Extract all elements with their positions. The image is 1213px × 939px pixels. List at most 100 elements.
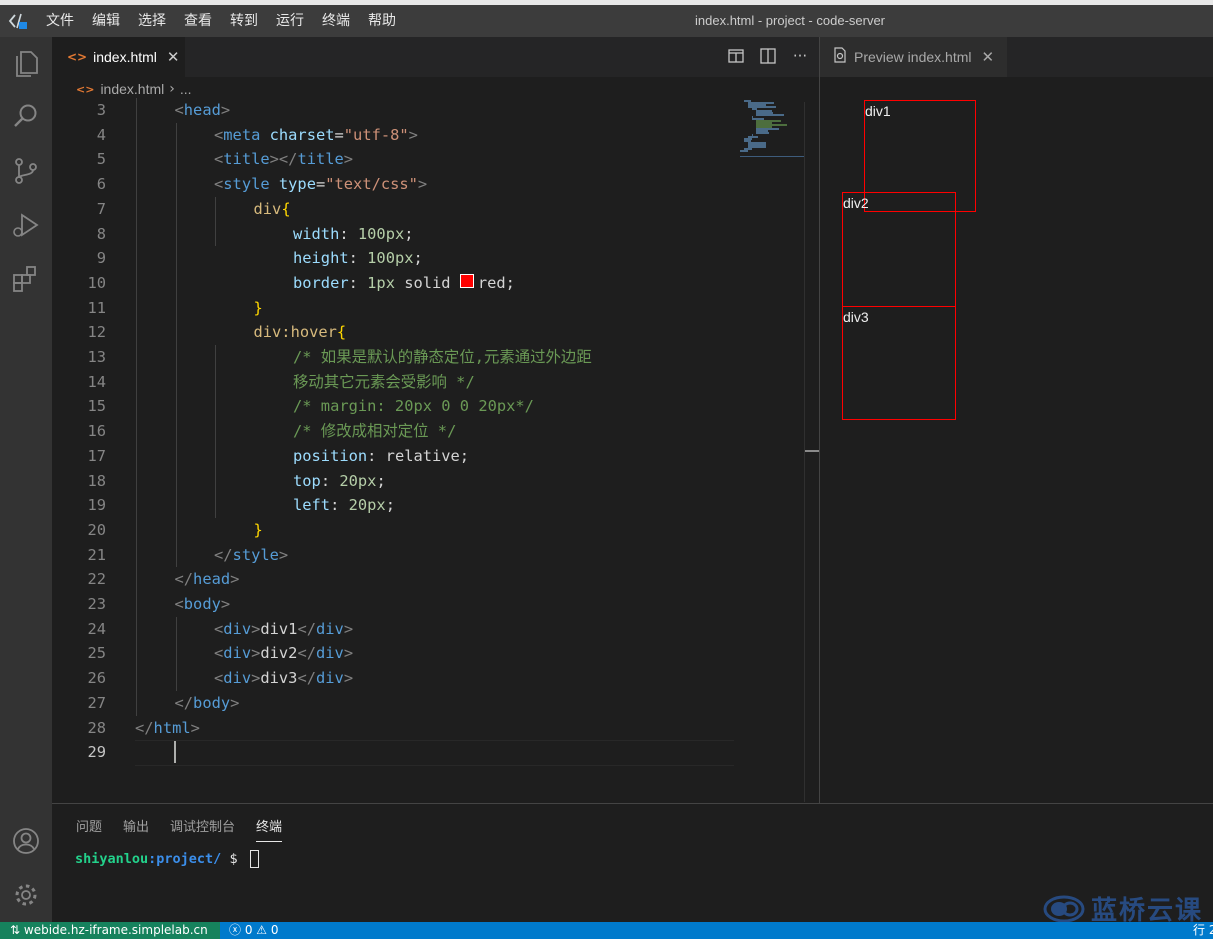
line-content: left: 20px; <box>293 493 395 518</box>
preview-div2-box[interactable]: div2 <box>842 192 956 307</box>
code-token: ; <box>376 471 386 490</box>
menu-item-3[interactable]: 查看 <box>184 5 212 37</box>
tab-debug-console[interactable]: 调试控制台 <box>170 816 235 842</box>
code-line[interactable]: 27 </body> <box>52 691 742 716</box>
preview-icon <box>832 47 848 67</box>
terminal[interactable]: shiyanlou:project/ $ <box>75 850 259 868</box>
line-content: <body> <box>175 592 231 617</box>
code-line[interactable]: 7 div{ <box>52 197 742 222</box>
editor-scrollbar[interactable] <box>804 102 819 802</box>
indent-guide <box>175 122 177 568</box>
menu-item-5[interactable]: 运行 <box>276 5 304 37</box>
line-content: <head> <box>175 98 231 123</box>
line-number: 14 <box>87 372 106 391</box>
code-line[interactable]: 4 <meta charset="utf-8"> <box>52 123 742 148</box>
settings-gear-icon[interactable] <box>10 879 42 911</box>
remote-icon: ⇅ <box>10 923 24 937</box>
menu-item-4[interactable]: 转到 <box>230 5 258 37</box>
minimap-slider[interactable] <box>740 100 804 157</box>
code-token: > <box>220 595 231 613</box>
menu-bar: 文件 编辑 选择 查看 转到 运行 终端 帮助 <box>46 5 414 37</box>
close-icon[interactable]: ✕ <box>982 48 995 66</box>
code-token: div <box>316 619 344 638</box>
line-number: 8 <box>96 224 106 243</box>
code-token: > <box>343 150 354 169</box>
breadcrumb-file[interactable]: index.html <box>100 81 164 97</box>
code-line[interactable]: 9 height: 100px; <box>52 246 742 271</box>
code-token: : <box>330 496 349 515</box>
code-line[interactable]: 17 position: relative; <box>52 444 742 469</box>
tab-preview-index-html[interactable]: Preview index.html ✕ <box>820 37 1007 77</box>
code-line[interactable]: 3 <head> <box>52 98 742 123</box>
menu-item-1[interactable]: 编辑 <box>92 5 120 37</box>
remote-host-indicator[interactable]: ⇅ webide.hz-iframe.simplelab.cn <box>0 922 220 939</box>
minimap[interactable] <box>740 100 804 160</box>
preview-tabs-bar: Preview index.html ✕ <box>820 37 1213 77</box>
code-line[interactable]: 11} <box>52 296 742 321</box>
open-preview-icon[interactable] <box>727 47 745 65</box>
code-token: </ <box>297 669 316 688</box>
code-server-logo-icon[interactable] <box>8 12 28 30</box>
code-editor[interactable]: 3 <head> 4 <meta charset="utf-8"> 5 <title></… <box>52 98 742 798</box>
search-icon[interactable] <box>10 100 42 132</box>
code-line[interactable]: 19 left: 20px; <box>52 493 742 518</box>
line-content: 移动其它元素会受影响 */ <box>293 370 475 395</box>
code-token: 移动其它元素会受影响 */ <box>293 372 475 391</box>
code-line[interactable]: 8 width: 100px; <box>52 222 742 247</box>
account-icon[interactable] <box>10 825 42 857</box>
extensions-icon[interactable] <box>10 263 42 295</box>
code-line[interactable]: 6 <style type="text/css"> <box>52 172 742 197</box>
code-token: div <box>316 669 344 688</box>
code-token: : relative; <box>367 446 470 465</box>
menu-item-7[interactable]: 帮助 <box>368 5 396 37</box>
files-icon[interactable] <box>10 47 42 79</box>
menu-item-2[interactable]: 选择 <box>138 5 166 37</box>
code-line[interactable]: 20} <box>52 518 742 543</box>
code-line[interactable]: 10 border: 1px solid red; <box>52 271 742 296</box>
tab-index-html[interactable]: <> index.html ✕ <box>52 37 185 77</box>
preview-div3-box[interactable]: div3 <box>842 306 956 420</box>
editor-group: <> index.html ✕ ··· <> index.html › ... … <box>52 37 819 803</box>
split-editor-icon[interactable] <box>759 47 777 65</box>
code-line[interactable]: 15 /* margin: 20px 0 0 20px*/ <box>52 394 742 419</box>
code-line[interactable]: 29 <box>52 740 742 765</box>
code-line[interactable]: 21 </style> <box>52 543 742 568</box>
tab-output[interactable]: 输出 <box>123 816 149 842</box>
close-icon[interactable]: ✕ <box>167 48 180 66</box>
code-line[interactable]: 26 <div>div3</div> <box>52 666 742 691</box>
code-token: } <box>253 520 263 539</box>
tab-problems[interactable]: 问题 <box>76 816 102 842</box>
line-content: div{ <box>254 197 291 222</box>
more-actions-icon[interactable]: ··· <box>791 47 809 65</box>
code-line[interactable]: 24 <div>div1</div> <box>52 617 742 642</box>
breadcrumb-trail[interactable]: ... <box>180 81 192 97</box>
color-swatch[interactable] <box>459 274 474 289</box>
code-line[interactable]: 25 <div>div2</div> <box>52 641 742 666</box>
source-control-icon[interactable] <box>10 155 42 187</box>
code-token: 100px <box>357 224 405 243</box>
code-line[interactable]: 14 移动其它元素会受影响 */ <box>52 370 742 395</box>
code-line[interactable]: 5 <title></title> <box>52 147 742 172</box>
problems-indicator[interactable]: ⓧ 0 ⚠ 0 <box>229 922 279 939</box>
code-token: ; <box>413 249 423 268</box>
code-token: > <box>220 101 231 119</box>
code-line[interactable]: 13 /* 如果是默认的静态定位,元素通过外边距 <box>52 345 742 370</box>
line-content: width: 100px; <box>293 222 414 247</box>
line-content: <style type="text/css"> <box>214 172 427 197</box>
code-line[interactable]: 23 <body> <box>52 592 742 617</box>
code-token: ; <box>385 496 395 515</box>
code-line[interactable]: 22 </head> <box>52 567 742 592</box>
code-line[interactable]: 18 top: 20px; <box>52 469 742 494</box>
code-line[interactable]: 28 </html> <box>52 716 742 741</box>
line-number: 20 <box>87 520 106 539</box>
code-token: </ <box>297 619 316 638</box>
tab-terminal[interactable]: 终端 <box>256 816 283 842</box>
menu-item-6[interactable]: 终端 <box>322 5 350 37</box>
menu-item-0[interactable]: 文件 <box>46 5 74 37</box>
code-token: width <box>293 224 340 243</box>
run-debug-icon[interactable] <box>10 209 42 241</box>
code-token: top <box>293 471 321 490</box>
cursor-position[interactable]: 行 2 <box>1193 922 1213 939</box>
code-line[interactable]: 12 div:hover{ <box>52 320 742 345</box>
code-line[interactable]: 16 /* 修改成相对定位 */ <box>52 419 742 444</box>
